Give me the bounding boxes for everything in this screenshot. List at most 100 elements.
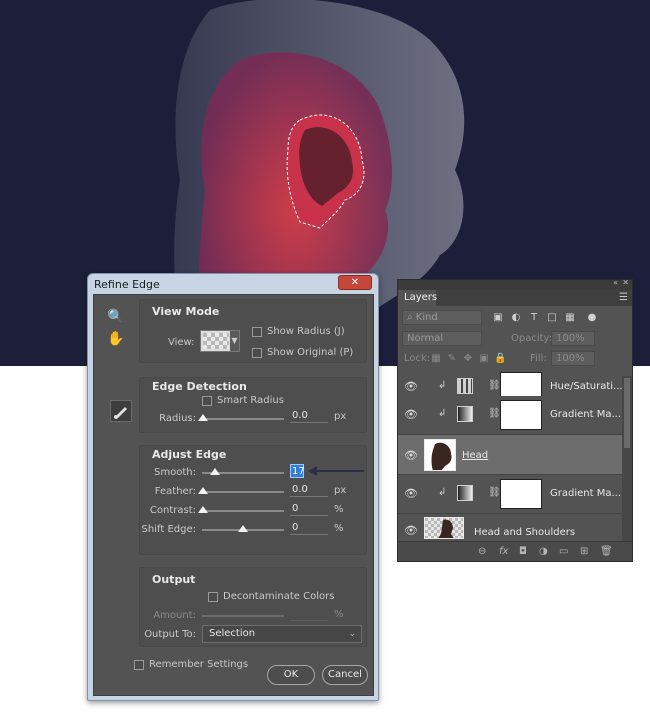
close-panel-icon[interactable]: ✕ xyxy=(622,278,629,287)
radius-field[interactable]: 0.0 xyxy=(290,409,328,423)
opacity-label: Opacity: xyxy=(511,333,553,344)
shift-edge-label: Shift Edge: xyxy=(141,524,196,535)
layer-name[interactable]: Head and Shoulders xyxy=(474,527,575,538)
adjustment-filter-icon[interactable]: ◐ xyxy=(510,312,522,324)
output-to-label: Output To: xyxy=(144,629,196,640)
radius-slider[interactable] xyxy=(202,418,284,420)
pixel-filter-icon[interactable]: ▣ xyxy=(492,312,504,324)
smart-radius-checkbox[interactable] xyxy=(202,396,212,406)
smart-object-filter-icon[interactable]: ▦ xyxy=(564,312,576,324)
layer-name[interactable]: Hue/Saturati... xyxy=(550,381,623,392)
trash-icon[interactable]: 🗑 xyxy=(600,546,613,557)
opacity-field[interactable]: 100% xyxy=(551,331,595,346)
lock-brush-icon[interactable]: ✎ xyxy=(446,353,458,365)
eye-icon[interactable]: 👁 xyxy=(404,524,418,537)
view-mode-title: View Mode xyxy=(152,305,220,318)
gradient-map-icon xyxy=(457,485,473,501)
feather-slider[interactable] xyxy=(202,491,284,493)
shape-filter-icon[interactable]: □ xyxy=(546,312,558,324)
amount-unit: % xyxy=(334,609,344,620)
amount-label: Amount: xyxy=(153,610,196,621)
adjust-edge-section: Adjust Edge Smooth: 17 Feather: 0.0 px C… xyxy=(139,445,367,555)
decontaminate-checkbox[interactable] xyxy=(208,592,218,602)
clip-arrow-icon: ↲ xyxy=(438,380,447,391)
shift-edge-unit: % xyxy=(334,523,344,534)
contrast-label: Contrast: xyxy=(149,505,196,516)
dialog-titlebar[interactable]: Refine Edge ✕ xyxy=(88,274,378,294)
dialog-body: 🔍 ✋ View Mode View: ▼ Show Radius (J) Sh… xyxy=(93,294,374,696)
lock-all-icon[interactable]: 🔒 xyxy=(494,353,506,365)
head-shoulders-thumbnail-art xyxy=(438,519,454,538)
layers-scrollbar[interactable] xyxy=(622,376,632,541)
refine-brush-button[interactable] xyxy=(110,400,132,422)
filter-kind-select[interactable]: ⌕ Kind xyxy=(402,310,482,325)
contrast-slider[interactable] xyxy=(202,510,284,512)
layer-name[interactable]: Head xyxy=(462,450,488,461)
eye-icon[interactable]: 👁 xyxy=(404,380,418,393)
adjustment-icon[interactable]: ◑ xyxy=(539,546,548,557)
view-mode-section: View Mode View: ▼ Show Radius (J) Show O… xyxy=(139,299,367,363)
eye-icon[interactable]: 👁 xyxy=(404,408,418,421)
fill-field[interactable]: 100% xyxy=(551,351,595,366)
shift-edge-slider-thumb[interactable] xyxy=(238,525,248,532)
new-layer-icon[interactable]: ⊞ xyxy=(580,546,588,557)
layer-name[interactable]: Gradient Ma... xyxy=(550,488,621,499)
view-label: View: xyxy=(168,337,195,348)
layer-mask-thumbnail[interactable] xyxy=(500,479,542,509)
adjust-edge-title: Adjust Edge xyxy=(152,448,227,461)
shift-edge-field[interactable]: 0 xyxy=(290,521,328,535)
layer-thumbnail[interactable] xyxy=(424,517,464,539)
link-icon: ⛓ xyxy=(488,408,501,419)
mask-icon[interactable]: ◘ xyxy=(519,546,527,557)
radius-slider-thumb[interactable] xyxy=(198,414,208,421)
filter-toggle-icon[interactable]: ● xyxy=(586,312,598,324)
layer-row-gradient-map[interactable]: 👁 ↲ ⛓ Gradient Ma... xyxy=(398,396,622,435)
panel-topbar: « ✕ xyxy=(398,278,632,290)
show-original-checkbox[interactable] xyxy=(252,348,262,358)
layer-row-gradient-map-2[interactable]: 👁 ↲ ⛓ Gradient Ma... xyxy=(398,475,622,514)
eye-icon[interactable]: 👁 xyxy=(404,487,418,500)
search-icon: ⌕ xyxy=(407,312,413,323)
lock-artboard-icon[interactable]: ▣ xyxy=(478,353,490,365)
scrollbar-thumb[interactable] xyxy=(624,378,630,448)
zoom-tool-icon[interactable]: 🔍 xyxy=(106,307,126,327)
panel-menu-icon[interactable]: ☰ xyxy=(619,292,628,303)
link-icon: ⛓ xyxy=(488,380,501,391)
layer-thumbnail[interactable] xyxy=(424,439,456,471)
layer-row-head[interactable]: 👁 Head xyxy=(398,435,622,475)
feather-slider-thumb[interactable] xyxy=(198,487,208,494)
type-filter-icon[interactable]: T xyxy=(528,312,540,324)
close-button[interactable]: ✕ xyxy=(338,275,372,290)
link-icon[interactable]: ⊖ xyxy=(478,546,486,557)
folder-icon[interactable]: ▭ xyxy=(559,546,568,557)
hand-tool-icon[interactable]: ✋ xyxy=(106,329,126,349)
collapse-icon[interactable]: « xyxy=(613,278,618,287)
chevron-down-icon: ▼ xyxy=(230,331,239,351)
cancel-button[interactable]: Cancel xyxy=(322,665,368,685)
eye-icon[interactable]: 👁 xyxy=(404,449,418,462)
layer-row-head-and-shoulders[interactable]: 👁 Head and Shoulders xyxy=(398,514,622,542)
smooth-field[interactable]: 17 xyxy=(290,464,305,478)
layer-mask-thumbnail[interactable] xyxy=(500,400,542,430)
contrast-field[interactable]: 0 xyxy=(290,502,328,516)
view-preview-thumbnail xyxy=(203,333,229,349)
panel-tabrow: Layers ☰ xyxy=(398,290,632,306)
fx-icon[interactable]: fx xyxy=(499,546,508,557)
remember-settings-checkbox[interactable] xyxy=(134,660,144,670)
view-select[interactable]: ▼ xyxy=(200,330,240,352)
output-to-select[interactable]: Selection ⌄ xyxy=(202,625,362,643)
blend-mode-select[interactable]: Normal xyxy=(402,331,482,346)
contrast-slider-thumb[interactable] xyxy=(198,506,208,513)
gradient-map-icon xyxy=(457,406,473,422)
feather-field[interactable]: 0.0 xyxy=(290,483,328,497)
blend-mode-value: Normal xyxy=(407,333,444,344)
layer-name[interactable]: Gradient Ma... xyxy=(550,409,621,420)
output-title: Output xyxy=(152,573,196,586)
lock-position-icon[interactable]: ✥ xyxy=(462,353,474,365)
tab-layers[interactable]: Layers xyxy=(398,290,437,306)
show-radius-checkbox[interactable] xyxy=(252,327,262,337)
lock-transparent-icon[interactable]: ▦ xyxy=(430,353,442,365)
ok-button[interactable]: OK xyxy=(267,665,315,685)
smooth-slider-thumb[interactable] xyxy=(210,468,220,475)
link-icon: ⛓ xyxy=(488,487,501,498)
